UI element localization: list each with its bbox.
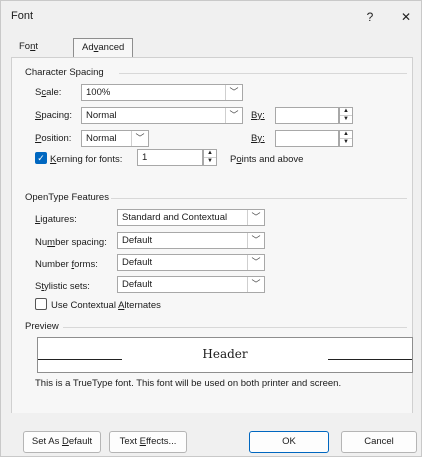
arrow-down-icon[interactable]: ▼ — [204, 158, 216, 165]
tab-label: Advanced — [82, 42, 125, 53]
arrow-up-icon[interactable]: ▲ — [340, 131, 352, 139]
number-spacing-label: Number spacing: — [35, 237, 107, 248]
arrow-down-icon[interactable]: ▼ — [340, 116, 352, 123]
chevron-down-icon[interactable]: ﹀ — [247, 233, 264, 248]
stylistic-sets-combo[interactable]: Default ﹀ — [117, 276, 265, 293]
chevron-down-icon[interactable]: ﹀ — [247, 210, 264, 225]
opentype-heading: OpenType Features — [25, 192, 109, 203]
group-divider — [119, 73, 407, 74]
spacing-combo[interactable]: Normal ﹀ — [81, 107, 243, 124]
tab-font[interactable]: Font — [11, 38, 59, 56]
ligatures-value: Standard and Contextual — [122, 212, 228, 223]
spacing-by-input[interactable] — [275, 107, 339, 124]
contextual-alternates-label: Use Contextual Alternates — [51, 300, 161, 311]
preview-note: This is a TrueType font. This font will … — [35, 378, 342, 389]
check-icon: ✓ — [37, 153, 45, 163]
font-dialog: Font ? ✕ Font Advanced Character Spacing… — [0, 0, 422, 457]
character-spacing-heading: Character Spacing — [25, 67, 104, 78]
position-value: Normal — [86, 133, 117, 144]
position-combo[interactable]: Normal ﹀ — [81, 130, 149, 147]
chevron-down-icon[interactable]: ﹀ — [131, 131, 148, 146]
arrow-up-icon[interactable]: ▲ — [204, 150, 216, 158]
tab-label: Font — [19, 41, 39, 52]
position-by-label: By: — [251, 133, 265, 144]
ligatures-combo[interactable]: Standard and Contextual ﹀ — [117, 209, 265, 226]
chevron-down-icon[interactable]: ﹀ — [247, 255, 264, 270]
scale-combo[interactable]: 100% ﹀ — [81, 84, 243, 101]
preview-line-right — [328, 359, 412, 360]
spacing-value: Normal — [86, 110, 117, 121]
spacing-label: Spacing: — [35, 110, 72, 121]
kerning-stepper[interactable]: ▲ ▼ — [203, 149, 217, 166]
preview-heading: Preview — [25, 321, 59, 332]
scale-label: Scale: — [35, 87, 62, 98]
number-spacing-combo[interactable]: Default ﹀ — [117, 232, 265, 249]
number-spacing-value: Default — [122, 235, 153, 246]
scale-value: 100% — [86, 87, 111, 98]
spacing-by-label: By: — [251, 110, 265, 121]
kerning-checkbox[interactable]: ✓ — [35, 152, 47, 164]
ligatures-label: Ligatures: — [35, 214, 77, 225]
chevron-down-icon[interactable]: ﹀ — [225, 108, 242, 123]
preview-box: Header — [37, 337, 413, 373]
ok-button[interactable]: OK — [249, 431, 329, 453]
help-icon[interactable]: ? — [359, 6, 381, 28]
stylistic-sets-label: Stylistic sets: — [35, 281, 90, 292]
text-effects-button[interactable]: Text Effects... — [109, 431, 187, 453]
dialog-title: Font — [11, 10, 34, 22]
contextual-alternates-checkbox[interactable] — [35, 298, 47, 310]
position-by-input[interactable] — [275, 130, 339, 147]
number-forms-value: Default — [122, 257, 153, 268]
kerning-input[interactable]: 1 — [137, 149, 203, 166]
position-by-stepper[interactable]: ▲ ▼ — [339, 130, 353, 147]
set-as-default-button[interactable]: Set As Default — [23, 431, 101, 453]
arrow-up-icon[interactable]: ▲ — [340, 108, 352, 116]
close-icon[interactable]: ✕ — [395, 6, 417, 28]
cancel-button[interactable]: Cancel — [341, 431, 417, 453]
group-divider — [111, 198, 407, 199]
number-forms-label: Number forms: — [35, 259, 98, 270]
chevron-down-icon[interactable]: ﹀ — [247, 277, 264, 292]
kerning-suffix: Points and above — [230, 154, 304, 165]
chevron-down-icon[interactable]: ﹀ — [225, 85, 242, 100]
number-forms-combo[interactable]: Default ﹀ — [117, 254, 265, 271]
stylistic-sets-value: Default — [122, 279, 153, 290]
spacing-by-stepper[interactable]: ▲ ▼ — [339, 107, 353, 124]
position-label: Position: — [35, 133, 72, 144]
arrow-down-icon[interactable]: ▼ — [340, 139, 352, 146]
tab-advanced[interactable]: Advanced — [73, 38, 134, 57]
kerning-label: Kerning for fonts: — [50, 154, 123, 165]
group-divider — [63, 327, 407, 328]
